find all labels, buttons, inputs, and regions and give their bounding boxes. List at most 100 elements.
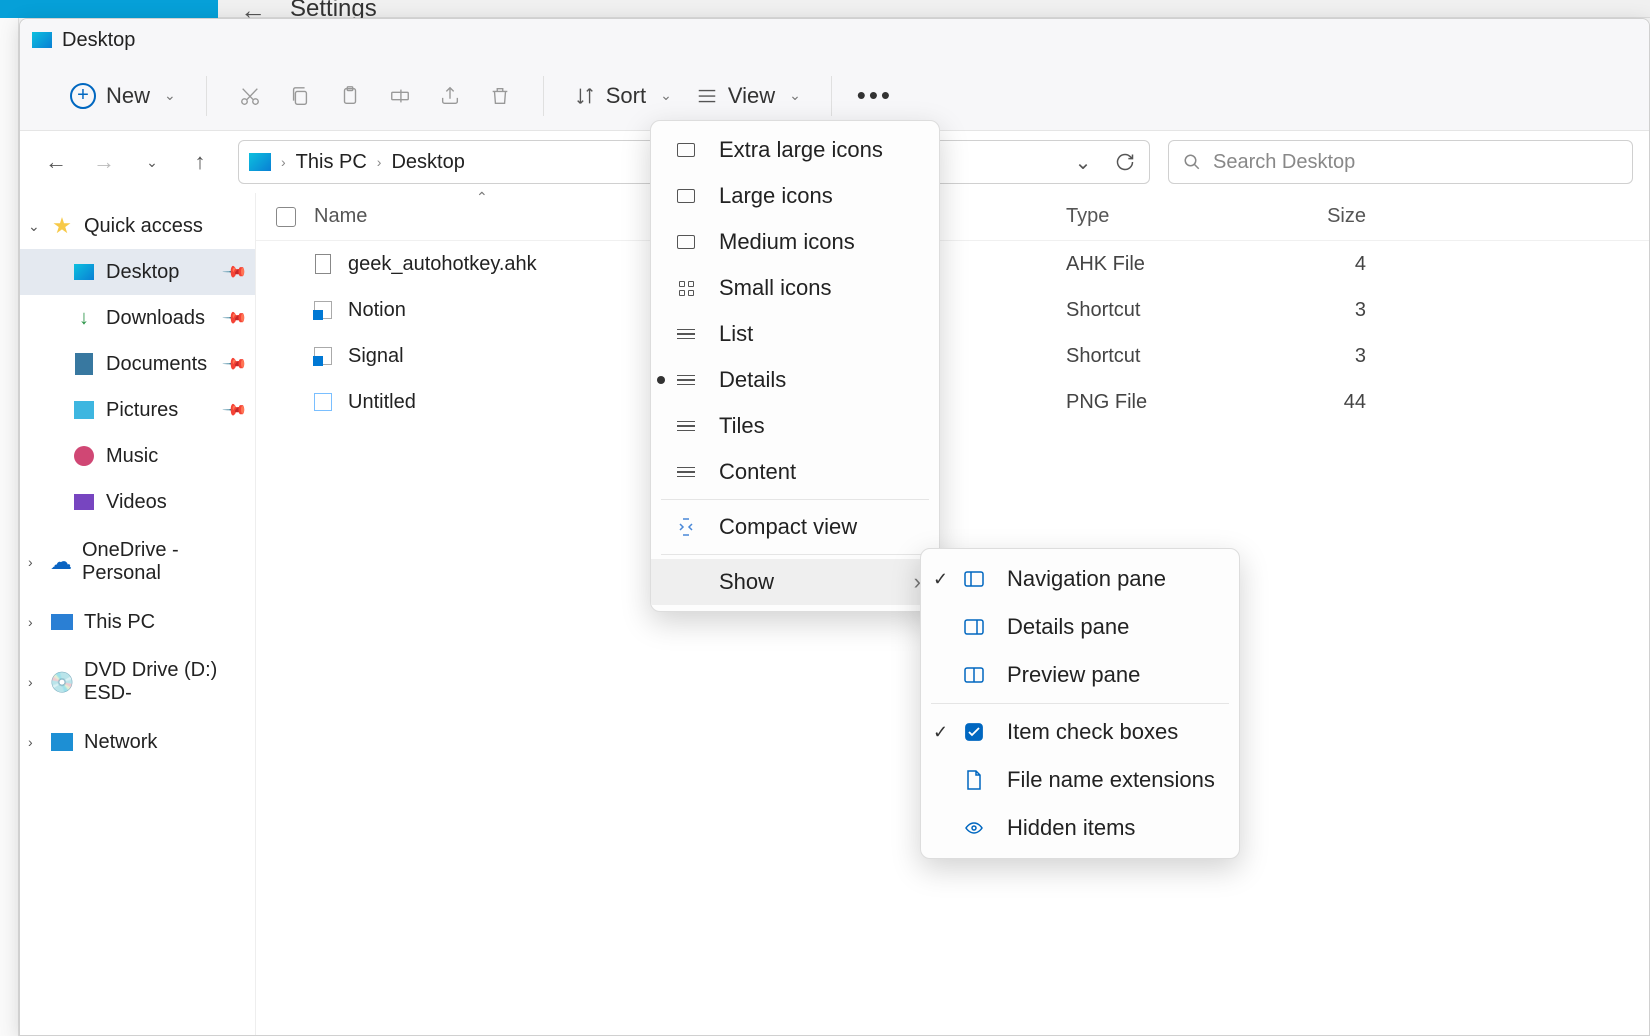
sidebar-dvd[interactable]: › 💿 DVD Drive (D:) ESD- <box>20 659 255 705</box>
file-row[interactable]: Notion3:19 AMShortcut3 <box>256 287 1649 333</box>
pin-icon: 📌 <box>221 396 249 424</box>
view-option-content[interactable]: Content <box>651 449 939 495</box>
sidebar-item-videos[interactable]: Videos <box>20 479 255 525</box>
sidebar-item-downloads[interactable]: ↓ Downloads 📌 <box>20 295 255 341</box>
view-lines-icon <box>696 87 718 105</box>
view-option-tiles[interactable]: Tiles <box>651 403 939 449</box>
view-option-list[interactable]: List <box>651 311 939 357</box>
selected-dot <box>657 376 665 384</box>
share-button[interactable] <box>425 71 475 121</box>
view-option-large-icons[interactable]: Large icons <box>651 173 939 219</box>
new-label: New <box>106 83 150 109</box>
file-icon <box>315 254 331 274</box>
file-size: 3 <box>1266 345 1366 368</box>
chevron-down-icon: ⌄ <box>789 87 801 104</box>
location-icon <box>249 153 271 171</box>
chevron-right-icon[interactable]: › <box>28 734 33 750</box>
breadcrumb-this-pc[interactable]: This PC <box>296 151 367 174</box>
plus-icon: + <box>70 83 96 109</box>
download-icon: ↓ <box>72 306 96 330</box>
show-option-file-name-extensions[interactable]: File name extensions <box>921 756 1239 804</box>
pane-icon <box>961 619 987 635</box>
view-show-submenu-item[interactable]: Show › <box>651 559 939 605</box>
file-row[interactable]: Signal3:34 PMShortcut3 <box>256 333 1649 379</box>
sidebar-quick-access[interactable]: ⌄ ★ Quick access <box>20 203 255 249</box>
chevron-right-icon[interactable]: › <box>28 554 33 570</box>
column-name[interactable]: Name <box>314 205 367 228</box>
view-option-small-icons[interactable]: Small icons <box>651 265 939 311</box>
column-size[interactable]: Size <box>1266 205 1366 228</box>
file-type: AHK File <box>1066 253 1266 276</box>
column-type[interactable]: Type <box>1066 205 1266 228</box>
sort-label: Sort <box>606 83 646 109</box>
view-compact[interactable]: Compact view <box>651 504 939 550</box>
file-name: Signal <box>348 345 404 368</box>
sidebar-onedrive[interactable]: › ☁ OneDrive - Personal <box>20 539 255 585</box>
sort-icon <box>574 85 596 107</box>
chevron-right-icon[interactable]: › <box>28 674 33 690</box>
rename-button[interactable] <box>375 71 425 121</box>
show-option-navigation-pane[interactable]: ✓Navigation pane <box>921 555 1239 603</box>
cut-button[interactable] <box>225 71 275 121</box>
star-icon: ★ <box>50 214 74 238</box>
view-option-icon <box>673 421 699 432</box>
file-size: 3 <box>1266 299 1366 322</box>
shortcut-icon <box>314 301 332 319</box>
desktop-icon <box>32 32 52 48</box>
show-option-item-check-boxes[interactable]: ✓Item check boxes <box>921 708 1239 756</box>
search-placeholder: Search Desktop <box>1213 151 1355 174</box>
new-button[interactable]: + New ⌄ <box>58 75 188 117</box>
window-titlebar[interactable]: Desktop <box>20 19 1649 61</box>
search-icon <box>1183 153 1201 171</box>
nav-recent-button[interactable]: ⌄ <box>132 142 172 182</box>
pane-icon <box>961 667 987 683</box>
select-all-checkbox[interactable] <box>276 207 296 227</box>
show-option-preview-pane[interactable]: Preview pane <box>921 651 1239 699</box>
cloud-icon: ☁ <box>50 550 72 574</box>
column-headers[interactable]: Name ⌃ ied Type Size <box>256 193 1649 241</box>
chevron-right-icon[interactable]: › <box>28 614 33 630</box>
window-title: Desktop <box>62 29 135 52</box>
nav-forward-button[interactable]: → <box>84 142 124 182</box>
breadcrumb-separator: › <box>281 154 286 170</box>
sidebar-item-music[interactable]: Music <box>20 433 255 479</box>
sidebar-this-pc[interactable]: › This PC <box>20 599 255 645</box>
pictures-icon <box>74 401 94 419</box>
show-option-hidden-items[interactable]: Hidden items <box>921 804 1239 852</box>
show-option-details-pane[interactable]: Details pane <box>921 603 1239 651</box>
chevron-down-icon[interactable]: ⌄ <box>28 218 40 235</box>
address-dropdown-button[interactable]: ⌄ <box>1069 148 1097 176</box>
sidebar-item-desktop[interactable]: Desktop 📌 <box>20 249 255 295</box>
copy-button[interactable] <box>275 71 325 121</box>
music-icon <box>74 446 94 466</box>
view-option-details[interactable]: Details <box>651 357 939 403</box>
navigation-pane: ⌄ ★ Quick access Desktop 📌 ↓ Downloads 📌… <box>20 193 255 1035</box>
sidebar-item-documents[interactable]: Documents 📌 <box>20 341 255 387</box>
delete-button[interactable] <box>475 71 525 121</box>
view-dropdown-menu: Extra large iconsLarge iconsMedium icons… <box>650 120 940 612</box>
view-option-icon <box>673 329 699 340</box>
view-option-medium-icons[interactable]: Medium icons <box>651 219 939 265</box>
view-button[interactable]: View ⌄ <box>684 75 813 117</box>
sidebar-network[interactable]: › Network <box>20 719 255 765</box>
view-option-icon <box>673 467 699 478</box>
refresh-button[interactable] <box>1111 148 1139 176</box>
chevron-down-icon: ⌄ <box>660 87 672 104</box>
nav-up-button[interactable]: ↑ <box>180 142 220 182</box>
pin-icon: 📌 <box>221 258 249 286</box>
file-name: geek_autohotkey.ahk <box>348 253 537 276</box>
chevron-down-icon: ⌄ <box>164 87 176 104</box>
background-left-strip <box>0 18 19 1036</box>
nav-back-button[interactable]: ← <box>36 142 76 182</box>
view-option-icon <box>673 375 699 386</box>
view-option-extra-large-icons[interactable]: Extra large icons <box>651 127 939 173</box>
sidebar-item-pictures[interactable]: Pictures 📌 <box>20 387 255 433</box>
breadcrumb-desktop[interactable]: Desktop <box>391 151 464 174</box>
sort-button[interactable]: Sort ⌄ <box>562 75 684 117</box>
search-box[interactable]: Search Desktop <box>1168 140 1633 184</box>
check-icon: ✓ <box>933 569 948 590</box>
file-row[interactable]: geek_autohotkey.ahk7:18 PMAHK File4 <box>256 241 1649 287</box>
file-row[interactable]: Untitled2:53 PMPNG File44 <box>256 379 1649 425</box>
more-button[interactable]: ••• <box>850 71 900 121</box>
paste-button[interactable] <box>325 71 375 121</box>
